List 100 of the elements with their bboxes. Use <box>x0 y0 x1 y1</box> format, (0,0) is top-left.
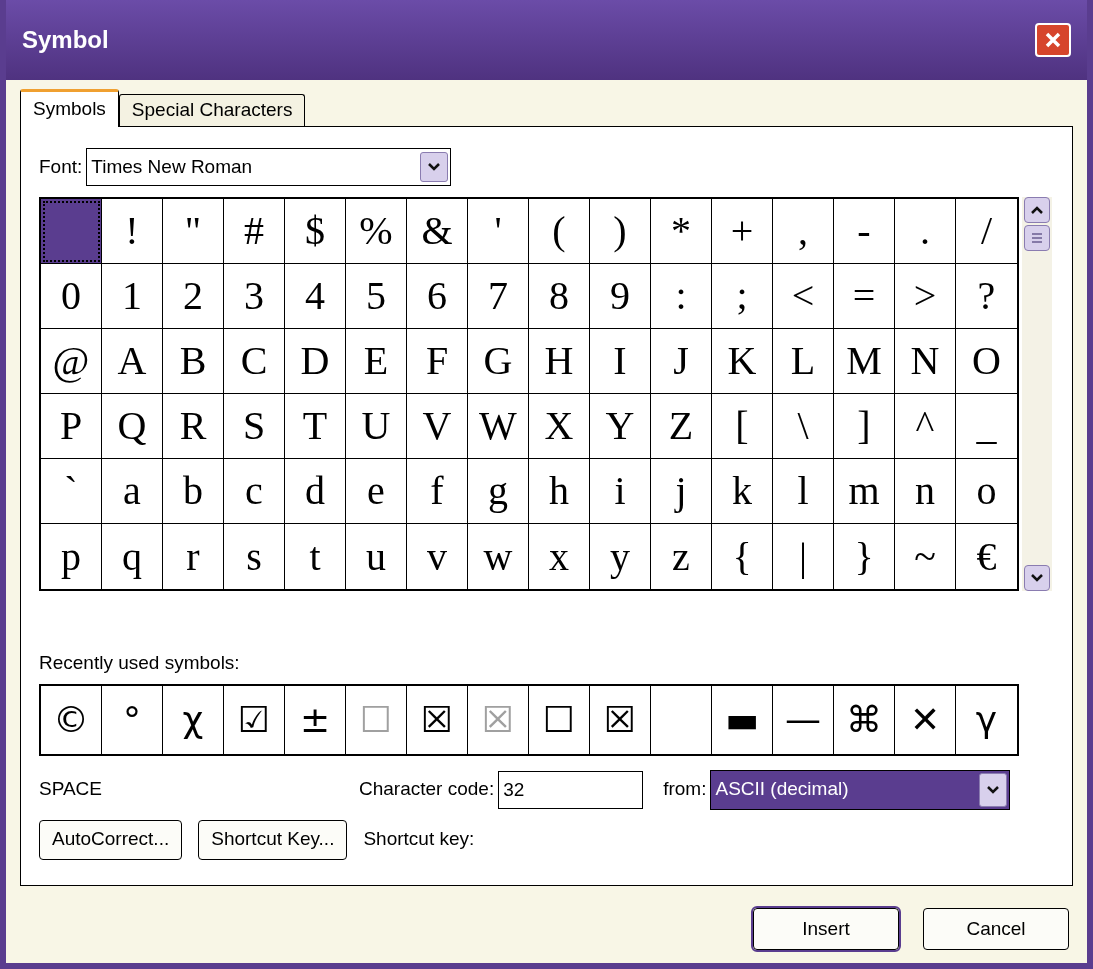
symbol-cell[interactable]: c <box>224 459 285 524</box>
chevron-down-icon <box>427 162 442 172</box>
dialog-button[interactable]: AutoCorrect... <box>39 819 183 860</box>
scroll-down-button[interactable] <box>1024 565 1050 591</box>
symbol-cell[interactable]: h <box>529 459 590 524</box>
symbol-cell[interactable]: Z <box>651 394 712 459</box>
symbol-cell[interactable]: > <box>895 264 956 329</box>
symbol-cell[interactable]: H <box>529 329 590 394</box>
symbol-cell[interactable]: 9 <box>590 264 651 329</box>
symbol-cell[interactable]: < <box>773 264 834 329</box>
symbol-cell[interactable]: * <box>651 199 712 264</box>
symbol-cell[interactable]: E <box>346 329 407 394</box>
symbol-cell[interactable]: 0 <box>41 264 102 329</box>
dialog-button[interactable]: Shortcut Key... <box>198 819 348 860</box>
symbol-cell[interactable]: T <box>285 394 346 459</box>
symbol-cell[interactable]: J <box>651 329 712 394</box>
symbol-cell[interactable]: D <box>285 329 346 394</box>
symbol-cell[interactable]: n <box>895 459 956 524</box>
symbol-cell[interactable]: g <box>468 459 529 524</box>
close-icon <box>1044 31 1062 49</box>
symbol-cell[interactable]: W <box>468 394 529 459</box>
symbol-cell[interactable]: X <box>529 394 590 459</box>
from-label: from: <box>663 777 707 802</box>
symbol-cell[interactable]: b <box>163 459 224 524</box>
symbol-cell[interactable]: - <box>834 199 895 264</box>
symbol-cell[interactable]: 7 <box>468 264 529 329</box>
symbol-cell[interactable]: F <box>407 329 468 394</box>
symbol-cell[interactable]: k <box>712 459 773 524</box>
symbol-cell[interactable]: P <box>41 394 102 459</box>
symbol-cell[interactable]: , <box>773 199 834 264</box>
chevron-down-icon <box>1030 573 1044 583</box>
symbol-cell[interactable]: N <box>895 329 956 394</box>
symbol-cell[interactable]: ^ <box>895 394 956 459</box>
dialog-button[interactable]: Cancel <box>923 908 1069 950</box>
symbol-cell[interactable]: e <box>346 459 407 524</box>
chevron-up-icon <box>1030 205 1044 215</box>
symbol-cell[interactable]: Q <box>102 394 163 459</box>
symbol-cell[interactable]: G <box>468 329 529 394</box>
symbol-cell[interactable]: f <box>407 459 468 524</box>
symbol-cell[interactable]: ! <box>102 199 163 264</box>
symbol-cell[interactable]: 5 <box>346 264 407 329</box>
symbol-cell[interactable]: I <box>590 329 651 394</box>
symbol-cell[interactable]: ( <box>529 199 590 264</box>
symbol-cell[interactable]: M <box>834 329 895 394</box>
symbol-cell[interactable]: R <box>163 394 224 459</box>
symbol-cell[interactable]: @ <box>41 329 102 394</box>
symbol-cell[interactable]: i <box>590 459 651 524</box>
symbol-cell[interactable]: ] <box>834 394 895 459</box>
symbol-cell[interactable]: 8 <box>529 264 590 329</box>
shortcut-key-label: Shortcut key: <box>363 827 475 852</box>
symbol-cell[interactable] <box>41 199 102 264</box>
symbol-cell[interactable]: a <box>102 459 163 524</box>
tab[interactable]: Symbols <box>20 89 119 127</box>
symbol-cell[interactable]: K <box>712 329 773 394</box>
symbol-cell[interactable]: " <box>163 199 224 264</box>
character-code-label: Character code: <box>359 777 495 802</box>
symbol-cell[interactable]: S <box>224 394 285 459</box>
symbol-cell[interactable]: Y <box>590 394 651 459</box>
scroll-up-button[interactable] <box>1024 197 1050 223</box>
recent-symbols-label: Recently used symbols: <box>39 651 241 675</box>
symbol-cell[interactable]: = <box>834 264 895 329</box>
symbol-cell[interactable]: % <box>346 199 407 264</box>
symbol-cell[interactable]: U <box>346 394 407 459</box>
symbol-cell[interactable]: ; <box>712 264 773 329</box>
symbol-cell[interactable]: A <box>102 329 163 394</box>
symbol-cell[interactable]: L <box>773 329 834 394</box>
symbol-cell[interactable]: # <box>224 199 285 264</box>
scrollbar[interactable] <box>1022 197 1052 591</box>
symbol-cell[interactable]: 1 <box>102 264 163 329</box>
font-label: Font: <box>39 154 83 179</box>
symbol-cell[interactable]: [ <box>712 394 773 459</box>
symbol-cell[interactable]: 2 <box>163 264 224 329</box>
symbol-cell[interactable]: ) <box>590 199 651 264</box>
symbol-cell[interactable]: 3 <box>224 264 285 329</box>
symbol-cell[interactable]: l <box>773 459 834 524</box>
symbol-cell[interactable]: $ <box>285 199 346 264</box>
symbol-cell[interactable]: m <box>834 459 895 524</box>
symbol-cell[interactable]: & <box>407 199 468 264</box>
symbol-cell[interactable]: + <box>712 199 773 264</box>
symbol-cell[interactable]: C <box>224 329 285 394</box>
symbol-cell[interactable]: \ <box>773 394 834 459</box>
chevron-down-icon <box>986 784 1001 795</box>
symbol-cell[interactable]: 6 <box>407 264 468 329</box>
symbol-cell[interactable]: : <box>651 264 712 329</box>
symbol-cell[interactable]: 4 <box>285 264 346 329</box>
symbol-cell[interactable]: . <box>895 199 956 264</box>
dialog-button[interactable]: Insert <box>753 908 899 950</box>
symbol-cell[interactable]: j <box>651 459 712 524</box>
from-dropdown[interactable]: ASCII (decimal) <box>710 769 1011 810</box>
recent-symbol[interactable]: γ <box>956 685 1017 754</box>
symbol-cell[interactable]: ` <box>41 459 102 524</box>
symbol-cell[interactable]: B <box>163 329 224 394</box>
font-dropdown[interactable]: Times New Roman <box>86 148 452 186</box>
symbol-cell[interactable]: ' <box>468 199 529 264</box>
close-button[interactable] <box>1035 23 1071 57</box>
symbol-cell[interactable]: d <box>285 459 346 524</box>
scroll-thumb[interactable] <box>1024 225 1050 251</box>
character-code-field[interactable]: 32 <box>498 770 644 809</box>
tab[interactable]: Special Characters <box>118 94 306 126</box>
symbol-cell[interactable]: V <box>407 394 468 459</box>
